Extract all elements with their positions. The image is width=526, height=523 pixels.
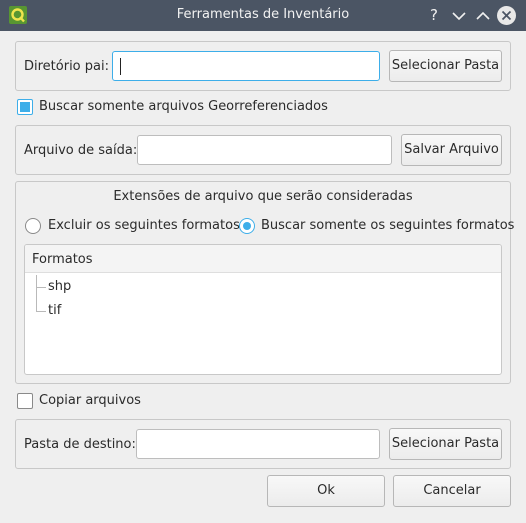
format-item-shp[interactable]: shp (48, 279, 71, 294)
output-file-input[interactable] (137, 135, 392, 165)
destination-group: Pasta de destino: Selecionar Pasta (15, 419, 511, 469)
tree-branch-line (36, 275, 37, 311)
minimize-button[interactable] (449, 6, 469, 26)
cancel-button[interactable]: Cancelar (393, 475, 511, 507)
window-title: Ferramentas de Inventário (176, 7, 350, 22)
destination-label: Pasta de destino: (24, 437, 136, 452)
format-item-tif[interactable]: tif (48, 303, 61, 318)
copy-files-label: Copiar arquivos (39, 393, 141, 408)
select-parent-folder-button[interactable]: Selecionar Pasta (389, 50, 502, 82)
ok-button[interactable]: Ok (267, 475, 385, 507)
help-button[interactable]: ? (424, 5, 444, 25)
close-button[interactable] (497, 6, 516, 25)
parent-dir-label: Diretório pai: (24, 59, 109, 74)
formats-header-label: Formatos (32, 252, 93, 267)
close-icon (501, 10, 512, 21)
georef-only-checkbox[interactable] (17, 99, 33, 115)
extensions-title: Extensões de arquivo que serão considera… (113, 189, 413, 204)
formats-tree-header[interactable]: Formatos (25, 245, 501, 273)
text-caret (120, 58, 121, 75)
include-formats-radio[interactable] (239, 218, 255, 234)
save-file-button[interactable]: Salvar Arquivo (401, 134, 502, 166)
destination-input[interactable] (136, 429, 380, 459)
include-formats-label: Buscar somente os seguintes formatos (261, 218, 515, 233)
georef-only-label: Buscar somente arquivos Georreferenciado… (39, 99, 328, 114)
window-titlebar: Ferramentas de Inventário ? (0, 0, 526, 31)
select-destination-folder-button[interactable]: Selecionar Pasta (389, 428, 502, 460)
parent-dir-input[interactable] (112, 51, 380, 81)
copy-files-checkbox[interactable] (17, 393, 33, 409)
maximize-button[interactable] (473, 6, 493, 26)
exclude-formats-label: Excluir os seguintes formatos (48, 218, 240, 233)
parent-dir-group: Diretório pai: Selecionar Pasta (15, 41, 511, 91)
output-file-label: Arquivo de saída: (24, 143, 138, 158)
tree-branch-line (36, 311, 46, 312)
tree-branch-line (36, 287, 46, 288)
exclude-formats-radio[interactable] (25, 218, 41, 234)
output-file-group: Arquivo de saída: Salvar Arquivo (15, 125, 511, 175)
formats-tree[interactable]: Formatos shp tif (24, 244, 502, 375)
